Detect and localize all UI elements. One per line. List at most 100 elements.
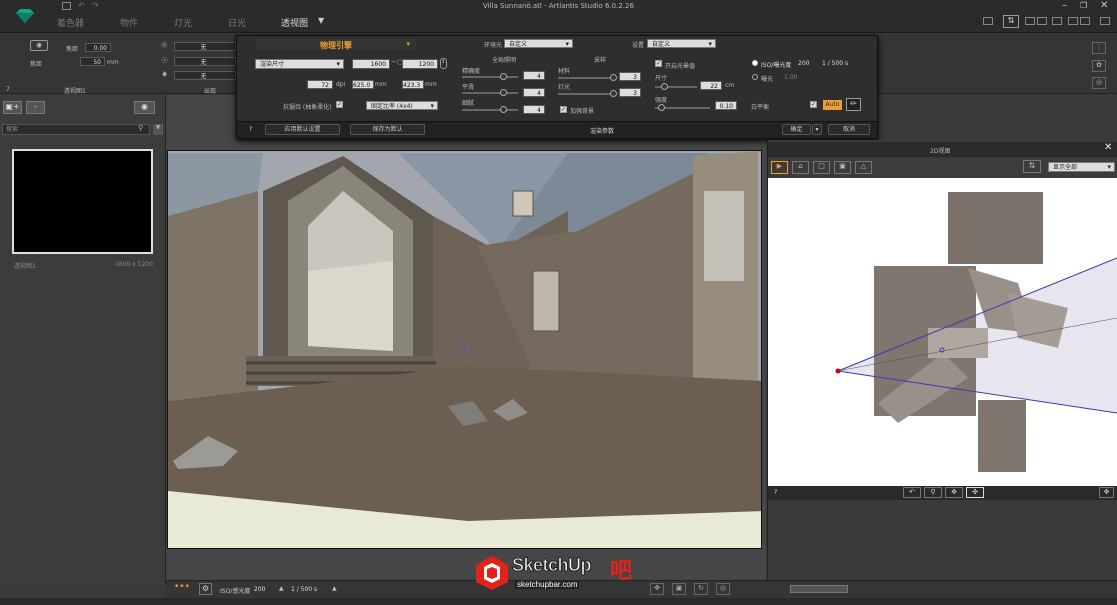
- background-checkbox[interactable]: ✓: [560, 106, 567, 113]
- auto-button[interactable]: Auto: [823, 100, 842, 110]
- sampling-slider-1[interactable]: [558, 77, 614, 79]
- environment-select[interactable]: 自定义: [504, 39, 573, 49]
- bulb-icon[interactable]: ☉: [161, 56, 168, 65]
- eye-target-icon[interactable]: ◉: [30, 40, 48, 51]
- settings-select[interactable]: 自定义: [647, 39, 716, 49]
- add-camera-button[interactable]: ▣+: [3, 101, 22, 114]
- show-all-select[interactable]: 显示全部: [1048, 162, 1115, 172]
- view2d-close-button[interactable]: ✕: [1104, 142, 1112, 153]
- filter-icon[interactable]: ▼: [153, 124, 163, 135]
- tab-lights[interactable]: 灯光: [174, 16, 192, 29]
- height-field[interactable]: 1200: [402, 59, 438, 69]
- search-icon[interactable]: ⚲: [138, 124, 143, 132]
- gi-row-3-value[interactable]: 4: [523, 105, 545, 114]
- visibility-toggle-icon[interactable]: ◉: [134, 101, 155, 114]
- apply-default-button[interactable]: 应用默认设置: [265, 124, 340, 135]
- dpi-field[interactable]: 72: [307, 80, 333, 89]
- bottom-shutter-up-icon[interactable]: ▲: [332, 585, 337, 592]
- gi-row-2-value[interactable]: 4: [523, 88, 545, 97]
- fit-icon[interactable]: ✣: [966, 487, 984, 498]
- zoom-icon[interactable]: ⚲: [924, 487, 942, 498]
- lens-value[interactable]: 50: [80, 57, 105, 66]
- gi-slider-2-knob[interactable]: [500, 89, 507, 96]
- iso-value[interactable]: 200: [798, 60, 809, 67]
- tab-dropdown-icon[interactable]: ▼: [318, 16, 324, 25]
- height-mm-field[interactable]: 423.3: [402, 80, 424, 89]
- front-view-icon[interactable]: □: [813, 161, 830, 174]
- remove-button[interactable]: -: [26, 101, 45, 114]
- bottom-iso-value[interactable]: 200: [254, 586, 265, 593]
- minimize-button[interactable]: –: [1062, 0, 1067, 11]
- tab-perspective[interactable]: 透视图: [281, 16, 308, 29]
- nav-icon-2[interactable]: ▣: [672, 583, 686, 595]
- swap-icon[interactable]: ⇅: [1003, 15, 1019, 28]
- glow-checkbox[interactable]: ✓: [655, 60, 662, 67]
- horizontal-scrollbar[interactable]: [790, 585, 848, 593]
- nav-icon-3[interactable]: ↻: [694, 583, 708, 595]
- nav-icon-4[interactable]: ◎: [716, 583, 730, 595]
- white-balance-checkbox[interactable]: ✓: [810, 101, 817, 108]
- glow-intensity-knob[interactable]: [658, 104, 665, 111]
- cancel-button[interactable]: 取消: [828, 124, 870, 135]
- layout-icon-3[interactable]: [1068, 17, 1078, 25]
- width-field[interactable]: 1600: [352, 59, 390, 69]
- exposure-radio[interactable]: [752, 74, 758, 80]
- engine-select[interactable]: 物理引擎 ▾: [256, 38, 416, 50]
- layout-icon-2[interactable]: [1037, 17, 1047, 25]
- layout-icon-1[interactable]: [1025, 17, 1035, 25]
- ok-button[interactable]: 确定: [782, 124, 811, 135]
- tab-shaders[interactable]: 着色器: [57, 16, 84, 29]
- sync-icon[interactable]: ⇅: [1023, 160, 1041, 173]
- gi-slider-1-knob[interactable]: [500, 73, 507, 80]
- glow-intensity-value[interactable]: 0.10: [715, 101, 737, 110]
- layout-icon-5[interactable]: [1100, 17, 1110, 25]
- aspect-toggle-icon[interactable]: ↕: [440, 58, 447, 69]
- home-view-icon[interactable]: ⌂: [792, 161, 809, 174]
- plan-canvas[interactable]: [768, 178, 1117, 486]
- light-value-1[interactable]: 无: [174, 42, 236, 51]
- link-icon[interactable]: −○: [391, 58, 403, 68]
- gi-row-1-value[interactable]: 4: [523, 71, 545, 80]
- restore-button[interactable]: ❐: [1080, 1, 1087, 10]
- eyedropper-icon[interactable]: ✏: [846, 98, 861, 111]
- dialog-help-button[interactable]: ?: [249, 126, 252, 133]
- gi-slider-3[interactable]: [462, 109, 518, 111]
- size-preset-select[interactable]: 渲染尺寸: [255, 59, 344, 69]
- exposure-value[interactable]: 1.00: [784, 74, 797, 81]
- save-default-button[interactable]: 保存为默认: [350, 124, 425, 135]
- close-button[interactable]: ✕: [1100, 0, 1108, 11]
- move-icon[interactable]: ✥: [1099, 487, 1114, 498]
- light-value-3[interactable]: 无: [174, 71, 236, 80]
- tab-objects[interactable]: 物件: [120, 16, 138, 29]
- bottom-shutter[interactable]: 1 / 500 s: [291, 586, 317, 593]
- gi-slider-3-knob[interactable]: [500, 106, 507, 113]
- pan-icon[interactable]: ✥: [945, 487, 963, 498]
- elevation-view-icon[interactable]: △: [855, 161, 872, 174]
- ok-dropdown-icon[interactable]: ▾: [812, 124, 822, 135]
- sampling-slider-1-knob[interactable]: [610, 74, 617, 81]
- side-view-icon[interactable]: ▣: [834, 161, 851, 174]
- more-icon[interactable]: •••: [174, 582, 190, 592]
- globe-icon[interactable]: ◎: [1092, 77, 1106, 89]
- gi-slider-2[interactable]: [462, 92, 518, 94]
- nav-icon-1[interactable]: ✥: [650, 583, 664, 595]
- layout-icon-4[interactable]: [1080, 17, 1090, 25]
- cart-icon[interactable]: [983, 17, 993, 25]
- sampling-row-2-value[interactable]: 3: [619, 88, 641, 97]
- lamp-icon[interactable]: ♦: [161, 70, 168, 79]
- ratio-select[interactable]: 固定比率 (4x4): [366, 101, 438, 111]
- right-tool-1[interactable]: ⋮: [1092, 42, 1106, 54]
- view-thumbnail[interactable]: [12, 149, 153, 254]
- sampling-row-1-value[interactable]: 3: [619, 72, 641, 81]
- shutter-value[interactable]: 1 / 500 s: [822, 60, 848, 67]
- bottom-iso-up-icon[interactable]: ▲: [279, 585, 284, 592]
- top-view-button[interactable]: ▶: [771, 161, 788, 174]
- width-mm-field[interactable]: 625.0: [352, 80, 374, 89]
- camera-icon[interactable]: [1052, 17, 1062, 25]
- settings-gear-icon[interactable]: ⚙: [199, 583, 212, 595]
- antialias-checkbox[interactable]: ✓: [336, 101, 343, 108]
- sun-icon[interactable]: ☼: [160, 41, 168, 51]
- search-input[interactable]: 搜索: [2, 124, 150, 135]
- right-tool-2[interactable]: ✿: [1092, 60, 1106, 72]
- view2d-help-button[interactable]: ?: [774, 489, 777, 496]
